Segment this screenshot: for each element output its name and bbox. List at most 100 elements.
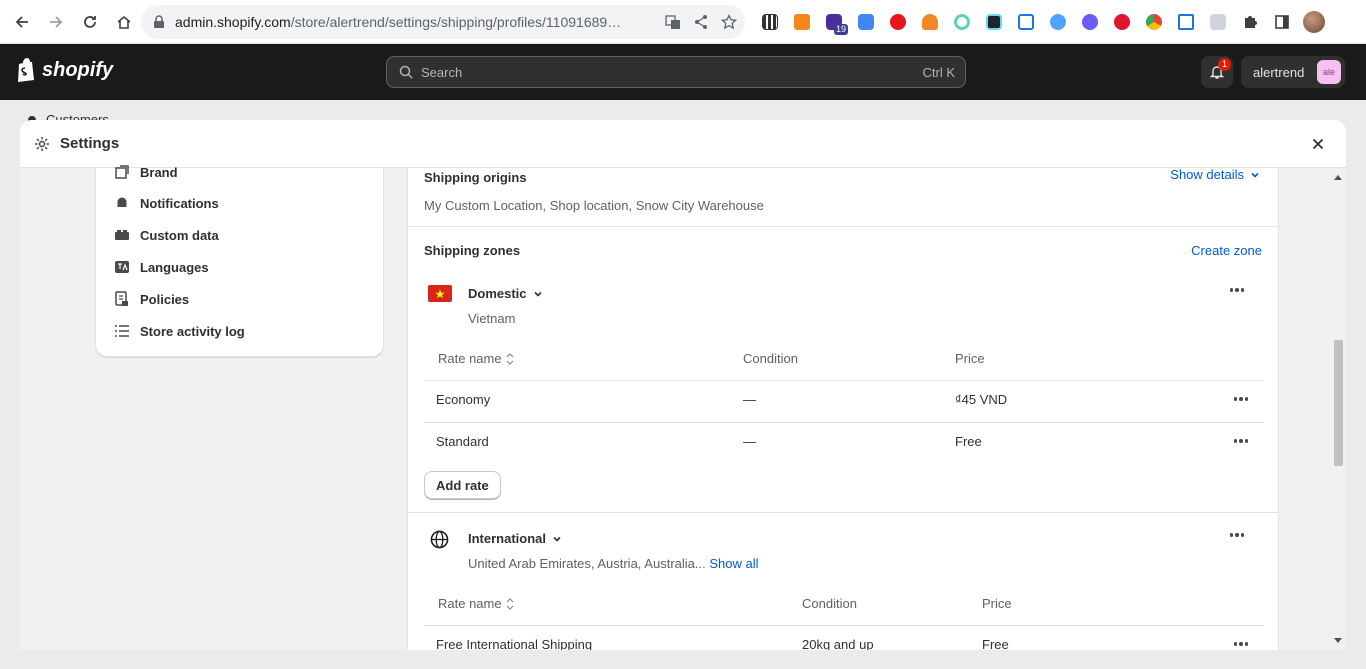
url-path: /store/alertrend/settings/shipping/profi… — [290, 14, 622, 30]
sort-icon — [506, 352, 514, 365]
react-devtools-icon[interactable] — [982, 8, 1006, 36]
gear-extension-icon[interactable] — [1078, 8, 1102, 36]
settings-modal: Settings Brand Notifications Custom data… — [20, 120, 1346, 650]
store-name: alertrend — [1253, 64, 1305, 80]
grammarly-extension-icon[interactable] — [1110, 8, 1134, 36]
close-button[interactable] — [1308, 134, 1328, 154]
hat-extension-icon[interactable]: 19 — [822, 8, 848, 36]
rate-name-sort-header[interactable]: Rate name — [438, 596, 514, 611]
create-zone-link[interactable]: Create zone — [1191, 243, 1262, 258]
home-icon[interactable] — [108, 6, 140, 38]
metamask-extension-icon[interactable] — [790, 8, 814, 36]
custom-data-icon — [115, 230, 129, 240]
forward-icon[interactable] — [40, 6, 72, 38]
background-page — [0, 650, 1366, 669]
chevron-down-icon — [1251, 172, 1259, 178]
sidebar-item-store-activity-log[interactable]: Store activity log — [114, 319, 245, 343]
profile-avatar[interactable] — [1302, 8, 1326, 36]
shipping-zones-title: Shipping zones — [424, 243, 521, 258]
lock-icon — [154, 15, 164, 28]
rate-condition-cell: 20kg and up — [802, 637, 874, 650]
modal-header: Settings — [20, 120, 1346, 168]
shipping-profile-content: Shipping origins Show details My Custom … — [407, 167, 1279, 650]
share-icon[interactable] — [693, 14, 709, 30]
brand-wordmark: shopify — [42, 58, 114, 81]
rate-price-cell: Free — [955, 434, 982, 449]
extensions-bar: 19 — [758, 8, 1326, 36]
international-zone-more-button[interactable] — [1225, 527, 1249, 543]
domestic-zone-more-button[interactable] — [1225, 282, 1249, 298]
profile-extension-icon[interactable] — [1206, 8, 1230, 36]
modal-scrollbar[interactable] — [1326, 168, 1346, 650]
notifications-button[interactable]: 1 — [1201, 56, 1233, 88]
globe-icon — [430, 530, 449, 549]
sidebar-item-label: Brand — [140, 164, 178, 180]
screen-capture-extension-icon[interactable] — [1014, 8, 1038, 36]
chrome-extension-icon[interactable] — [1142, 8, 1166, 36]
url-host: admin.shopify.com — [175, 14, 291, 30]
international-countries-line: United Arab Emirates, Austria, Australia… — [468, 556, 759, 571]
sidebar-item-label: Notifications — [140, 195, 219, 211]
search-bar[interactable]: Search Ctrl K — [386, 56, 966, 88]
header-price: Price — [955, 351, 985, 366]
section-divider — [408, 512, 1278, 513]
rate-name-cell: Economy — [436, 392, 491, 407]
back-icon[interactable] — [6, 6, 38, 38]
window-extension-icon[interactable] — [1174, 8, 1198, 36]
puzzle-icon[interactable] — [1238, 8, 1262, 36]
rate-name-cell: Standard — [436, 434, 489, 449]
international-zone-name: International — [468, 531, 547, 546]
shipping-origins-title: Shipping origins — [424, 170, 527, 185]
qr-extension-icon[interactable] — [758, 8, 782, 36]
sidebar-item-languages[interactable]: Languages — [114, 255, 209, 279]
domestic-zone-toggle[interactable]: Domestic — [468, 286, 543, 301]
reload-icon[interactable] — [74, 6, 106, 38]
sidebar-item-notifications[interactable]: Notifications — [114, 191, 219, 215]
sidebar-item-label: Custom data — [140, 227, 219, 243]
browser-toolbar: admin.shopify.com/store/alertrend/settin… — [0, 0, 1366, 44]
translate-icon[interactable] — [665, 14, 681, 30]
search-placeholder: Search — [421, 64, 463, 80]
sidebar-item-custom-data[interactable]: Custom data — [114, 223, 219, 247]
shopify-bag-icon — [18, 58, 34, 82]
chevron-down-icon — [553, 536, 561, 542]
scroll-up-icon[interactable] — [1334, 174, 1342, 180]
international-zone-toggle[interactable]: International — [468, 531, 562, 546]
scrollbar-thumb[interactable] — [1334, 340, 1343, 466]
add-rate-button[interactable]: Add rate — [424, 471, 501, 499]
show-details-link[interactable]: Show details — [1170, 167, 1260, 182]
rate-more-button[interactable] — [1229, 636, 1253, 650]
sidebar-item-brand[interactable]: Brand — [114, 160, 178, 184]
address-bar[interactable]: admin.shopify.com/store/alertrend/settin… — [141, 5, 745, 39]
star-icon[interactable] — [721, 14, 737, 30]
blue-dot-extension-icon[interactable] — [1046, 8, 1070, 36]
header-price: Price — [982, 596, 1012, 611]
header-condition: Condition — [802, 596, 857, 611]
rate-more-button[interactable] — [1229, 391, 1253, 407]
adblock-extension-icon[interactable] — [886, 8, 910, 36]
shopify-logo[interactable]: shopify — [16, 58, 113, 82]
table-divider — [424, 625, 1264, 626]
domestic-countries: Vietnam — [468, 311, 516, 326]
circle-extension-icon[interactable] — [950, 8, 974, 36]
sidebar-item-label: Store activity log — [140, 323, 245, 339]
list-icon — [115, 325, 129, 337]
sidepanel-icon[interactable] — [1270, 8, 1294, 36]
header-rate-name: Rate name — [438, 596, 502, 611]
rate-more-button[interactable] — [1229, 433, 1253, 449]
modal-title: Settings — [60, 135, 120, 152]
rate-name-sort-header[interactable]: Rate name — [438, 351, 514, 366]
store-menu-button[interactable]: alertrend ale — [1241, 56, 1345, 88]
bell-icon — [117, 197, 127, 209]
scroll-down-icon[interactable] — [1334, 638, 1342, 644]
sidebar-item-policies[interactable]: Policies — [114, 287, 189, 311]
chess-extension-icon[interactable] — [918, 8, 942, 36]
header-rate-name: Rate name — [438, 351, 502, 366]
sidebar-item-label: Languages — [140, 259, 209, 275]
sort-icon — [506, 597, 514, 610]
show-all-link[interactable]: Show all — [709, 556, 758, 571]
google-translate-extension-icon[interactable] — [854, 8, 878, 36]
show-details-label: Show details — [1170, 167, 1244, 182]
section-divider — [408, 226, 1278, 227]
header-condition: Condition — [743, 351, 798, 366]
